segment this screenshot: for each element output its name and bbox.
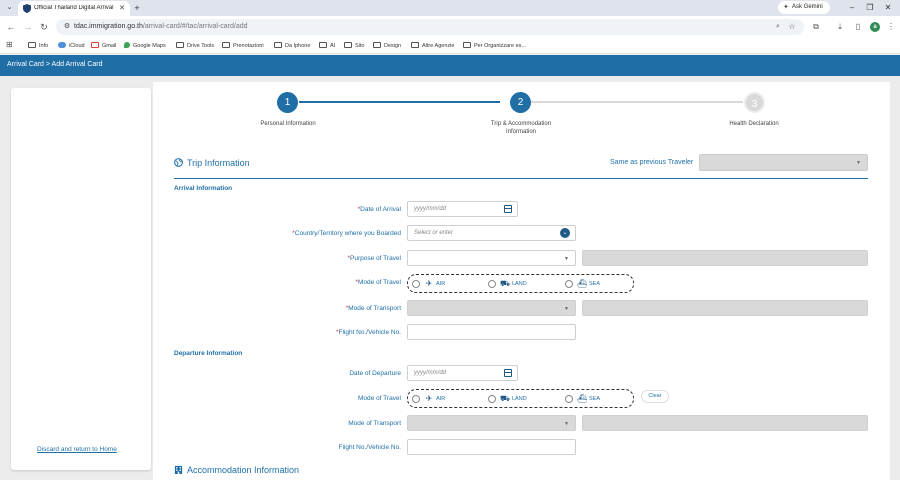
- calendar-icon[interactable]: [504, 205, 512, 213]
- bookmark-info[interactable]: Info: [28, 41, 48, 51]
- browser-toolbar: ← → ↻ ⚙ tdac.immigration.go.th/arrival-c…: [0, 16, 900, 38]
- car-icon: ⛟: [500, 394, 511, 403]
- tab-title: Official Thailand Digital Arrival: [34, 5, 114, 11]
- step-1-label: Personal Information: [260, 121, 316, 127]
- boarded-country-select[interactable]: Select or enter ⌄: [407, 225, 576, 241]
- globe-icon: [174, 158, 183, 167]
- ship-icon: ⛴: [577, 279, 588, 288]
- side-panel-icon[interactable]: ▯: [852, 21, 864, 33]
- airplane-icon: ✈: [425, 279, 433, 288]
- departure-mode-radio-group: ✈ AIR ⛟ LAND ⛴ SEA: [407, 389, 634, 408]
- boarded-country-label: *Country/Territory where you Boarded: [292, 230, 401, 237]
- departure-transport-select: ▼: [407, 415, 576, 431]
- breadcrumb: Arrival Card > Add Arrival Card: [7, 61, 103, 68]
- download-icon[interactable]: ⤓: [834, 21, 846, 33]
- departure-flight-label: Flight No./Vehicle No.: [338, 444, 401, 451]
- ask-gemini-button[interactable]: ✦ Ask Gemini: [778, 1, 830, 14]
- departure-transport-label: Mode of Transport: [348, 420, 401, 427]
- minimize-icon[interactable]: –: [846, 2, 858, 14]
- accommodation-information-title: Accommodation Information: [187, 465, 300, 475]
- bookmark-sito[interactable]: Sito: [344, 41, 364, 51]
- departure-mode-label: Mode of Travel: [358, 395, 401, 402]
- step-3-label: Health Declaration: [729, 121, 779, 127]
- site-info-icon[interactable]: ⚙: [62, 22, 72, 32]
- caret-down-icon: ▼: [564, 306, 569, 312]
- sidebar-panel: [11, 88, 151, 470]
- airplane-icon: ✈: [425, 394, 433, 403]
- ship-icon: ⛴: [577, 394, 588, 403]
- arrival-transport-other-input: [582, 300, 868, 316]
- arrival-transport-label: *Mode of Transport: [345, 305, 401, 312]
- departure-information-heading: Departure Information: [174, 350, 243, 357]
- bookmark-per-organizzare[interactable]: Per Organizzare es...: [463, 41, 526, 51]
- step-3-circle[interactable]: 3: [744, 92, 765, 113]
- bookmark-ai[interactable]: AI: [319, 41, 335, 51]
- purpose-label: *Purpose of Travel: [347, 255, 401, 262]
- browser-tab[interactable]: Official Thailand Digital Arrival ✕: [18, 1, 130, 16]
- arrival-mode-label: *Mode of Travel: [355, 279, 401, 286]
- arrival-date-input[interactable]: yyyy/mm/dd: [407, 201, 518, 217]
- same-as-previous-select[interactable]: ▼: [699, 154, 868, 171]
- apps-grid-icon[interactable]: ⊞: [6, 41, 14, 49]
- arrival-information-heading: Arrival Information: [174, 185, 233, 192]
- arrival-flight-label: *Flight No./Vehicle No.: [335, 329, 401, 336]
- bookmark-design[interactable]: Design: [373, 41, 401, 51]
- arrival-mode-radio-group: ✈ AIR ⛟ LAND ⛴ SEA: [407, 274, 634, 293]
- back-arrow-icon[interactable]: ←: [5, 21, 17, 33]
- discard-link[interactable]: Discard and return to Home: [37, 446, 117, 453]
- caret-down-icon: ▼: [564, 421, 569, 427]
- step-1-circle[interactable]: 1: [277, 92, 298, 113]
- arrival-flight-input[interactable]: [407, 324, 576, 340]
- address-bar[interactable]: ⚙ tdac.immigration.go.th/arrival-card/#/…: [56, 19, 804, 35]
- departure-flight-input[interactable]: [407, 439, 576, 455]
- browser-tab-bar: ⌄ Official Thailand Digital Arrival ✕ + …: [0, 0, 900, 16]
- calendar-icon[interactable]: [504, 369, 512, 377]
- forward-arrow-icon[interactable]: →: [22, 21, 34, 33]
- tab-search-icon[interactable]: ⌄: [4, 3, 15, 13]
- bookmark-prenotazioni[interactable]: Prenotazioni: [222, 41, 264, 51]
- departure-date-label: Date of Departure: [349, 370, 401, 377]
- menu-kebab-icon[interactable]: ⋮: [885, 21, 897, 33]
- same-as-previous-label: Same as previous Traveler: [610, 159, 694, 166]
- bookmark-drive-tools[interactable]: Drive Tools: [176, 41, 214, 51]
- section-divider: [174, 178, 868, 179]
- building-icon: [174, 465, 183, 474]
- app-header: Arrival Card > Add Arrival Card: [0, 55, 900, 76]
- tab-close-icon[interactable]: ✕: [119, 4, 125, 12]
- chevron-down-circle-icon[interactable]: ⌄: [560, 228, 570, 238]
- bookmark-altre-agenzie[interactable]: Altre Agenzie: [411, 41, 454, 51]
- bookmarks-bar: ⊞ Info iCloud Gmail Google Maps Drive To…: [0, 38, 900, 54]
- bookmark-da-iphone[interactable]: Da Iphone: [274, 41, 310, 51]
- ask-gemini-label: Ask Gemini: [792, 4, 823, 10]
- window-close-icon[interactable]: ✕: [882, 2, 894, 14]
- new-tab-icon[interactable]: +: [132, 2, 142, 14]
- trip-information-title: Trip Information: [187, 158, 250, 168]
- profile-avatar[interactable]: a: [870, 22, 880, 32]
- bookmark-gmail[interactable]: Gmail: [91, 41, 116, 51]
- purpose-other-input: [582, 250, 868, 266]
- bookmark-icloud[interactable]: iCloud: [58, 41, 85, 51]
- url-text: tdac.immigration.go.th/arrival-card/#/ta…: [74, 23, 248, 30]
- arrival-transport-select: ▼: [407, 300, 576, 316]
- chevron-down-icon: ▼: [856, 160, 861, 166]
- clear-button[interactable]: Clear: [641, 390, 669, 403]
- extensions-icon[interactable]: ⧉: [810, 21, 822, 33]
- step-2-circle[interactable]: 2: [510, 92, 531, 113]
- departure-date-input[interactable]: yyyy/mm/dd: [407, 365, 518, 381]
- arrival-date-label: *Date of Arrival: [357, 206, 401, 213]
- bookmark-star-icon[interactable]: ☆: [787, 22, 797, 32]
- caret-down-icon: ▼: [564, 256, 569, 262]
- stepper-line-complete: [299, 101, 500, 103]
- step-2-label: Trip & Accommodation Information: [490, 121, 552, 135]
- zoom-icon[interactable]: ⌕: [773, 22, 783, 32]
- bookmark-google-maps[interactable]: Google Maps: [124, 41, 166, 51]
- shield-favicon-icon: [23, 4, 31, 13]
- departure-transport-other-input: [582, 415, 868, 431]
- reload-icon[interactable]: ↻: [38, 21, 50, 33]
- stepper-line-pending: [531, 101, 743, 103]
- maximize-icon[interactable]: ❐: [864, 2, 876, 14]
- gemini-sparkle-icon: ✦: [783, 4, 789, 11]
- purpose-select[interactable]: ▼: [407, 250, 576, 266]
- car-icon: ⛟: [500, 279, 511, 288]
